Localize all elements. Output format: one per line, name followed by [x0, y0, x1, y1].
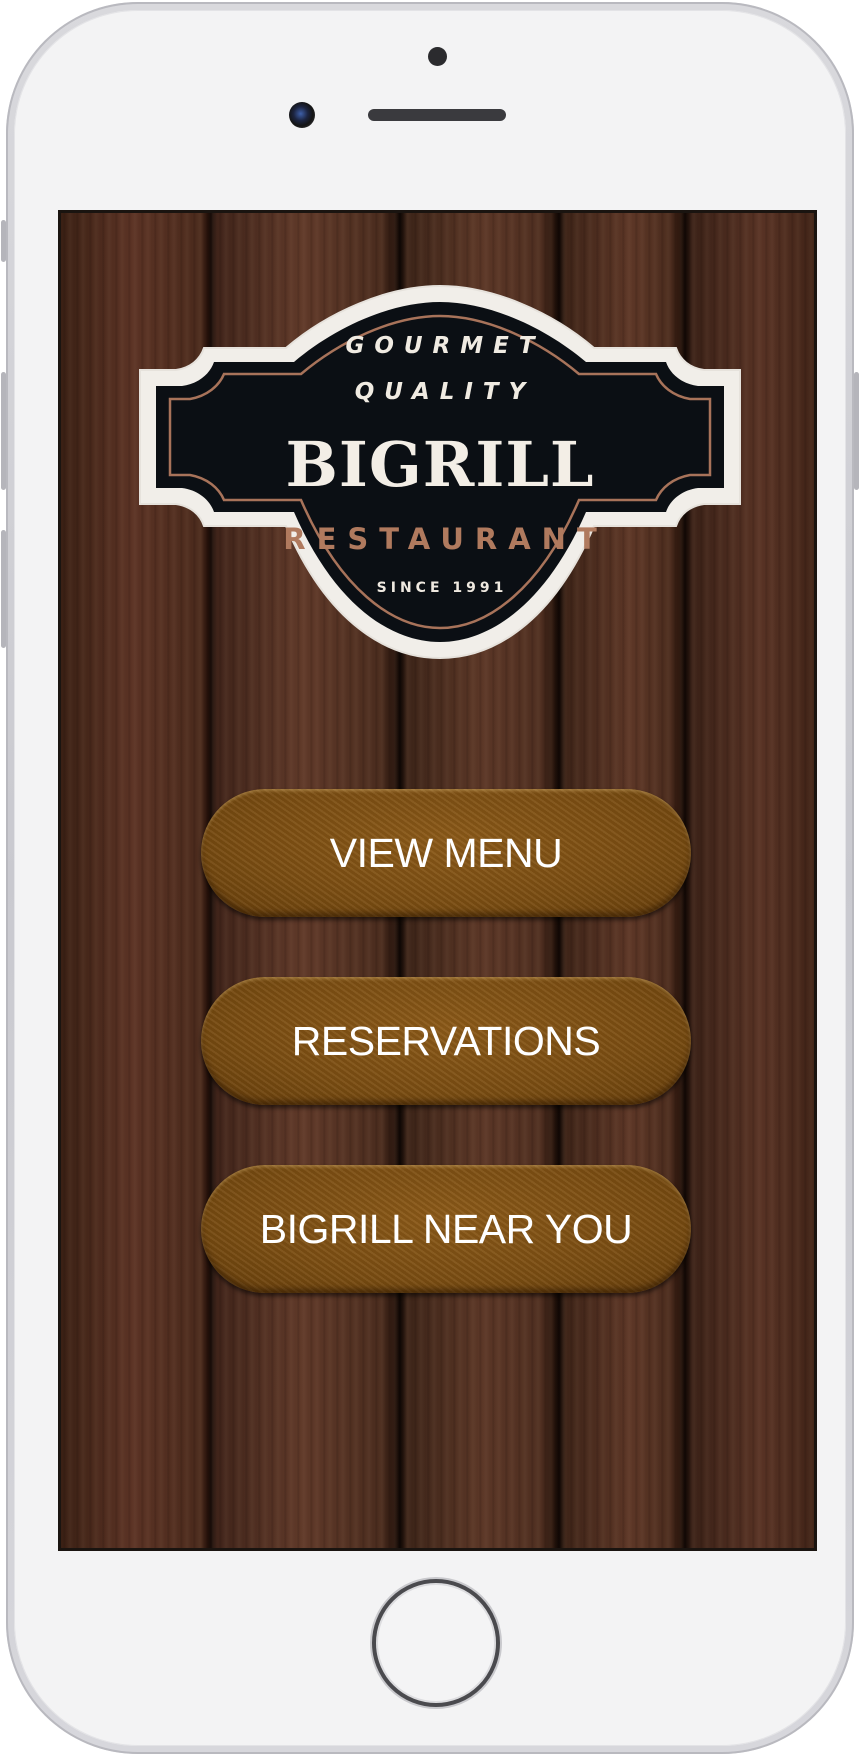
phone-frame: GOURMET QUALITY BIGRILL RESTAURANT SINCE… [1, 2, 859, 1754]
proximity-sensor [428, 47, 447, 66]
bigrill-near-you-button[interactable]: BIGRILL NEAR YOU [201, 1165, 691, 1293]
logo-brand-name: BIGRILL [285, 428, 595, 501]
view-menu-label: VIEW MENU [329, 829, 563, 876]
earpiece-speaker [368, 109, 506, 121]
logo-since-label: SINCE 1991 [376, 580, 508, 596]
restaurant-logo: GOURMET QUALITY BIGRILL RESTAURANT SINCE… [138, 278, 742, 660]
reservations-label: RESERVATIONS [291, 1017, 601, 1064]
app-screen: GOURMET QUALITY BIGRILL RESTAURANT SINCE… [58, 210, 817, 1551]
power-button [854, 372, 859, 490]
front-camera-icon [289, 102, 315, 128]
volume-down-button [1, 530, 6, 648]
reservations-button[interactable]: RESERVATIONS [201, 977, 691, 1105]
mute-switch [1, 220, 6, 262]
bigrill-near-you-label: BIGRILL NEAR YOU [259, 1205, 633, 1252]
volume-up-button [1, 372, 6, 490]
view-menu-button[interactable]: VIEW MENU [201, 789, 691, 917]
logo-tagline-quality: QUALITY [354, 379, 536, 405]
home-button[interactable] [372, 1579, 500, 1707]
logo-restaurant-label: RESTAURANT [283, 522, 608, 556]
logo-tagline-gourmet: GOURMET [345, 333, 545, 359]
